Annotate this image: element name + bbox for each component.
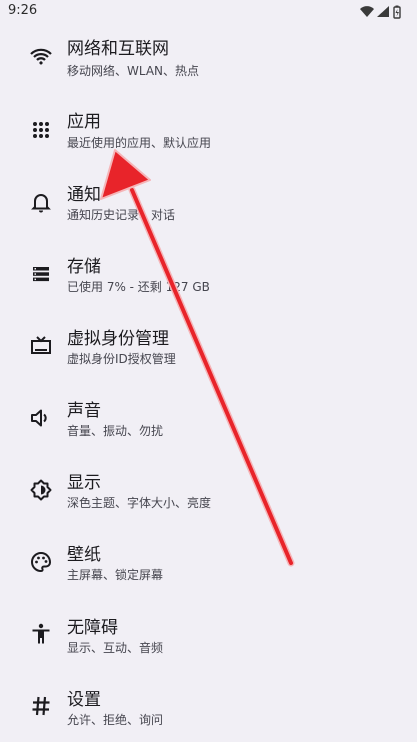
settings-item-subtitle: 深色主题、字体大小、亮度 — [67, 496, 212, 510]
settings-item-subtitle: 通知历史记录、对话 — [67, 208, 176, 222]
settings-item-title: 虚拟身份管理 — [67, 329, 169, 349]
settings-item-subtitle: 已使用 7% - 还剩 127 GB — [67, 280, 210, 294]
brightness-icon — [29, 478, 53, 502]
settings-item-permissions[interactable]: 设置 允许、拒绝、询问 — [0, 670, 417, 742]
settings-item-title: 通知 — [67, 185, 101, 205]
settings-item-subtitle: 显示、互动、音频 — [67, 641, 164, 655]
status-time: 9:26 — [8, 3, 38, 18]
hash-icon — [29, 694, 53, 718]
settings-item-subtitle: 最近使用的应用、默认应用 — [67, 136, 212, 150]
settings-item-apps[interactable]: 应用 最近使用的应用、默认应用 — [0, 94, 417, 166]
settings-item-network[interactable]: 网络和互联网 移动网络、WLAN、热点 — [0, 22, 417, 94]
storage-icon — [29, 262, 53, 286]
settings-item-storage[interactable]: 存储 已使用 7% - 还剩 127 GB — [0, 238, 417, 310]
settings-item-wallpaper[interactable]: 壁纸 主屏幕、锁定屏幕 — [0, 526, 417, 598]
settings-item-subtitle: 虚拟身份ID授权管理 — [67, 352, 176, 366]
status-bar: 9:26 — [0, 0, 417, 24]
status-icons — [359, 5, 403, 19]
battery-icon — [393, 5, 401, 19]
tv-icon — [29, 334, 53, 358]
accessibility-icon — [29, 622, 53, 646]
settings-item-accessibility[interactable]: 无障碍 显示、互动、音频 — [0, 598, 417, 670]
settings-item-subtitle: 主屏幕、锁定屏幕 — [67, 568, 164, 582]
settings-item-title: 壁纸 — [67, 545, 101, 565]
settings-item-title: 存储 — [67, 257, 101, 277]
settings-item-title: 应用 — [67, 112, 101, 132]
bell-icon — [29, 190, 53, 214]
settings-item-title: 无障碍 — [67, 618, 118, 638]
settings-item-title: 设置 — [67, 690, 101, 710]
settings-item-subtitle: 音量、振动、勿扰 — [67, 424, 164, 438]
settings-item-title: 网络和互联网 — [67, 39, 169, 59]
settings-item-sound[interactable]: 声音 音量、振动、勿扰 — [0, 382, 417, 454]
settings-item-subtitle: 允许、拒绝、询问 — [67, 713, 164, 727]
signal-icon — [377, 6, 389, 17]
settings-item-notifications[interactable]: 通知 通知历史记录、对话 — [0, 166, 417, 238]
speaker-icon — [29, 406, 53, 430]
settings-item-virtual-identity[interactable]: 虚拟身份管理 虚拟身份ID授权管理 — [0, 310, 417, 382]
apps-grid-icon — [29, 118, 53, 142]
settings-item-subtitle: 移动网络、WLAN、热点 — [67, 64, 200, 78]
settings-item-display[interactable]: 显示 深色主题、字体大小、亮度 — [0, 454, 417, 526]
settings-item-title: 声音 — [67, 401, 101, 421]
wifi-icon — [29, 46, 53, 70]
palette-icon — [29, 550, 53, 574]
settings-item-title: 显示 — [67, 473, 101, 493]
wifi-icon — [360, 6, 374, 17]
